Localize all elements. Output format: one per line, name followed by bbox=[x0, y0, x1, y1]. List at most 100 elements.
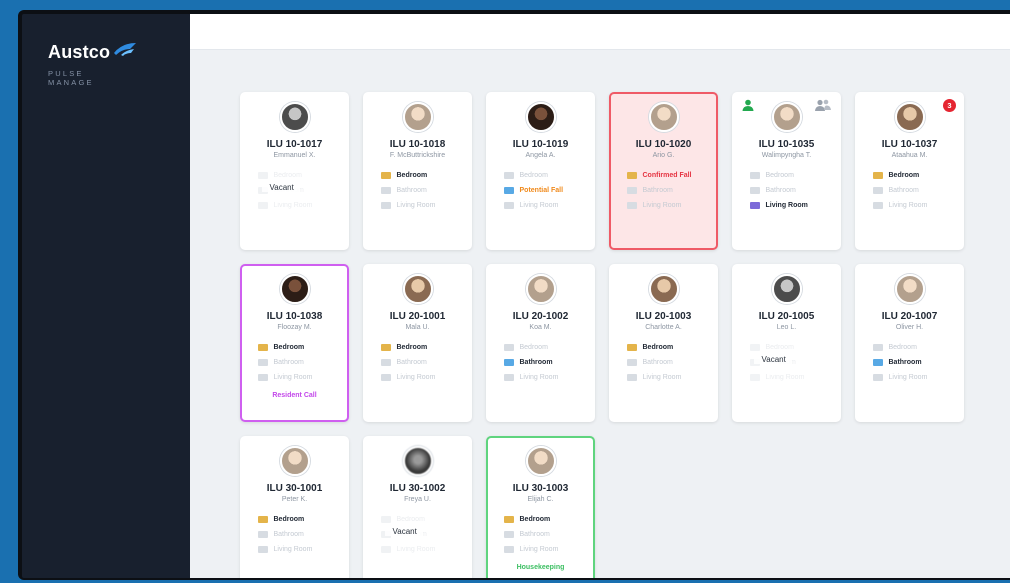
resident-avatar bbox=[402, 102, 433, 132]
sofa-icon bbox=[257, 374, 268, 381]
location-living: Living Room bbox=[257, 370, 332, 385]
toilet-icon bbox=[503, 187, 514, 194]
vacant-overlay: Bedroom Bathroom Living Room Vacant bbox=[380, 512, 455, 557]
location-bathroom: Bathroom bbox=[749, 183, 824, 198]
location-label: Living Room bbox=[765, 202, 808, 209]
room-id: ILU 20-1005 bbox=[758, 311, 815, 322]
resident-name: Walimpyngha T. bbox=[761, 152, 812, 159]
location-list: Bedroom Bathroom Living Room bbox=[503, 340, 578, 385]
room-card-fall-alert[interactable]: ILU 10-1020 Ario G. Confirmed Fall Bathr… bbox=[609, 92, 718, 250]
room-card[interactable]: ILU 30-1001 Peter K. Bedroom Bathroom Li… bbox=[240, 436, 349, 578]
product-name: PULSE MANAGE bbox=[48, 69, 190, 87]
location-label: Bedroom bbox=[396, 172, 428, 179]
location-list: Bedroom Bathroom Living Room bbox=[626, 340, 701, 385]
vacant-label: Vacant bbox=[753, 355, 792, 364]
location-bedroom: Bedroom bbox=[872, 340, 947, 355]
resident-avatar bbox=[648, 274, 679, 304]
location-label: Bathroom bbox=[396, 359, 427, 366]
app-screen: Austco PULSE MANAGE ILU 10-1017 Emmanuel… bbox=[22, 14, 1010, 578]
room-id: ILU 10-1037 bbox=[881, 139, 938, 150]
room-card[interactable]: ILU 20-1001 Mala U. Bedroom Bathroom Liv… bbox=[363, 264, 472, 422]
resident-name: Elijah C. bbox=[527, 496, 554, 503]
room-id: ILU 30-1003 bbox=[512, 483, 569, 494]
alert-label: Potential Fall bbox=[519, 187, 564, 194]
location-label: Living Room bbox=[519, 546, 559, 553]
resident-name: Leo L. bbox=[776, 324, 797, 331]
sofa-icon bbox=[257, 202, 268, 209]
location-bedroom: Bedroom bbox=[503, 512, 578, 527]
location-bedroom-alert: Confirmed Fall bbox=[626, 168, 701, 183]
sofa-icon bbox=[626, 374, 637, 381]
location-living: Living Room bbox=[872, 198, 947, 213]
room-card[interactable]: ILU 20-1007 Oliver H. Bedroom Bathroom L… bbox=[855, 264, 964, 422]
sofa-icon bbox=[872, 202, 883, 209]
vacant-label: Vacant bbox=[261, 183, 300, 192]
room-card[interactable]: ILU 20-1005 Leo L. Bedroom Bathroom Livi… bbox=[732, 264, 841, 422]
room-id: ILU 10-1019 bbox=[512, 139, 569, 150]
bed-icon bbox=[503, 172, 514, 179]
toilet-icon bbox=[380, 187, 391, 194]
resident-name: Oliver H. bbox=[895, 324, 924, 331]
location-list: Bedroom Bathroom Living Room bbox=[257, 512, 332, 557]
brand-logo[interactable]: Austco bbox=[48, 42, 190, 63]
resident-name: Angela A. bbox=[525, 152, 556, 159]
room-card[interactable]: ILU 20-1003 Charlotte A. Bedroom Bathroo… bbox=[609, 264, 718, 422]
location-label: Bedroom bbox=[519, 344, 548, 351]
resident-name: Mala U. bbox=[405, 324, 430, 331]
location-living: Living Room bbox=[872, 370, 947, 385]
location-label: Living Room bbox=[519, 202, 559, 209]
room-card[interactable]: ILU 10-1017 Emmanuel X. Bedroom Bathroom… bbox=[240, 92, 349, 250]
location-bathroom-alert: Potential Fall bbox=[503, 183, 578, 198]
brand-name: Austco bbox=[48, 42, 111, 62]
location-bathroom: Bathroom bbox=[257, 355, 332, 370]
room-card-resident-call[interactable]: ILU 10-1038 Floozay M. Bedroom Bathroom … bbox=[240, 264, 349, 422]
staff-present-icon bbox=[742, 99, 754, 111]
location-living: Living Room bbox=[503, 542, 578, 557]
location-label: Bathroom bbox=[519, 531, 550, 538]
room-card[interactable]: ILU 10-1035 Walimpyngha T. Bedroom Bathr… bbox=[732, 92, 841, 250]
location-living: Living Room bbox=[257, 198, 332, 213]
location-living: Living Room bbox=[503, 198, 578, 213]
vacant-overlay: Bedroom Bathroom Living Room Vacant bbox=[749, 340, 824, 385]
bed-icon bbox=[872, 344, 883, 351]
location-label: Living Room bbox=[273, 374, 313, 381]
location-bedroom: Bedroom bbox=[257, 512, 332, 527]
location-label: Bathroom bbox=[642, 359, 673, 366]
room-card[interactable]: 3 ILU 10-1037 Ataahua M. Bedroom Bathroo… bbox=[855, 92, 964, 250]
location-label: Bedroom bbox=[273, 344, 305, 351]
housekeeping-status: Housekeeping bbox=[516, 564, 565, 571]
room-card[interactable]: ILU 20-1002 Koa M. Bedroom Bathroom Livi… bbox=[486, 264, 595, 422]
resident-avatar bbox=[525, 102, 556, 132]
resident-avatar bbox=[279, 446, 310, 476]
location-label: Bedroom bbox=[396, 344, 428, 351]
sofa-icon bbox=[380, 202, 391, 209]
room-card[interactable]: ILU 10-1018 F. McButtrickshire Bedroom B… bbox=[363, 92, 472, 250]
room-id: ILU 20-1001 bbox=[389, 311, 446, 322]
location-living: Living Room bbox=[257, 542, 332, 557]
sofa-icon bbox=[380, 374, 391, 381]
room-card[interactable]: ILU 30-1002 Freya U. Bedroom Bathroom Li… bbox=[363, 436, 472, 578]
location-label: Living Room bbox=[396, 202, 436, 209]
location-label: Bathroom bbox=[519, 359, 553, 366]
location-bathroom: Bathroom bbox=[626, 183, 701, 198]
location-label: Bedroom bbox=[642, 344, 674, 351]
resident-call-status: Resident Call bbox=[272, 392, 317, 399]
location-list: Bedroom Bathroom Living Room bbox=[872, 340, 947, 385]
resident-name: Emmanuel X. bbox=[273, 152, 316, 159]
location-living: Living Room bbox=[380, 198, 455, 213]
alert-label: Confirmed Fall bbox=[642, 172, 692, 179]
room-card[interactable]: ILU 10-1019 Angela A. Bedroom Potential … bbox=[486, 92, 595, 250]
location-living: Living Room bbox=[380, 370, 455, 385]
location-list: Bedroom Bathroom Living Room bbox=[503, 512, 578, 557]
room-id: ILU 20-1002 bbox=[512, 311, 569, 322]
location-label: Living Room bbox=[642, 374, 682, 381]
resident-avatar bbox=[279, 274, 310, 304]
location-label: Bedroom bbox=[765, 172, 794, 179]
resident-avatar bbox=[894, 102, 925, 132]
location-label: Bedroom bbox=[273, 516, 305, 523]
room-card-housekeeping[interactable]: ILU 30-1003 Elijah C. Bedroom Bathroom L… bbox=[486, 436, 595, 578]
bed-icon bbox=[749, 172, 760, 179]
product-line-2: MANAGE bbox=[48, 78, 94, 87]
location-bathroom: Bathroom bbox=[503, 527, 578, 542]
bed-icon bbox=[380, 516, 391, 523]
